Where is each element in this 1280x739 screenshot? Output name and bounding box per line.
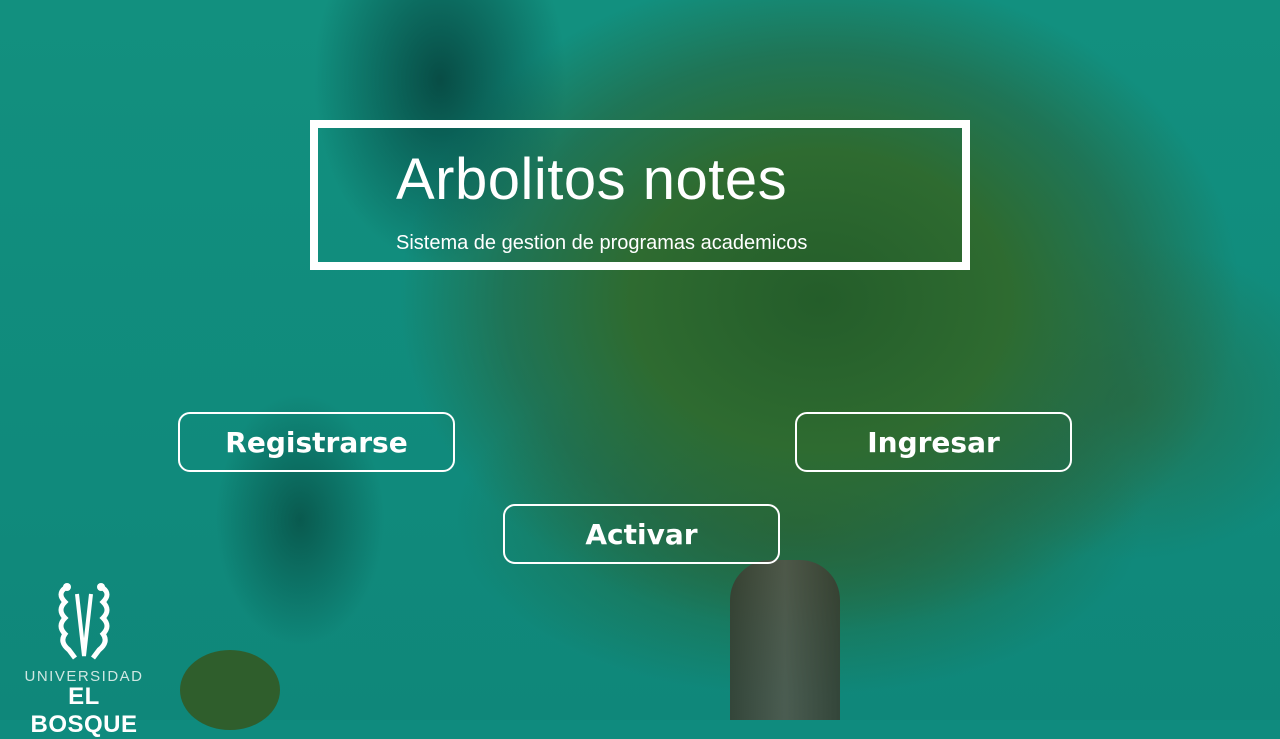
bush-decoration	[180, 650, 280, 730]
tree-trunk	[730, 560, 840, 720]
logo-line-2: EL BOSQUE	[30, 683, 138, 738]
page-subtitle: Sistema de gestion de programas academic…	[396, 232, 808, 254]
el-bosque-emblem-icon	[58, 583, 110, 660]
page-title: Arbolitos notes	[396, 147, 788, 212]
login-button[interactable]: Ingresar	[795, 412, 1072, 472]
university-logo: UNIVERSIDAD EL BOSQUE	[14, 582, 154, 739]
activate-button[interactable]: Activar	[503, 504, 780, 564]
title-frame: Arbolitos notes Sistema de gestion de pr…	[310, 120, 970, 270]
background-tree-image	[0, 0, 1280, 720]
register-button[interactable]: Registrarse	[178, 412, 455, 472]
